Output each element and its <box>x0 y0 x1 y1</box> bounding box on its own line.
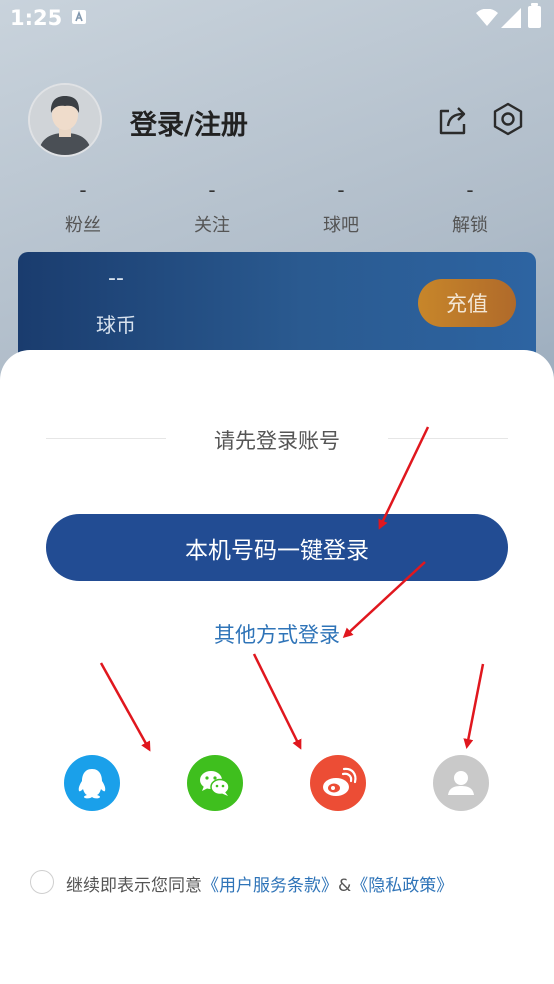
wechat-login-button[interactable] <box>187 755 243 811</box>
agreement-text: 继续即表示您同意《用户服务条款》&《隐私政策》 <box>66 871 453 896</box>
stats-row: - 粉丝 - 关注 - 球吧 - 解锁 <box>0 175 554 245</box>
notification-a-icon <box>72 10 86 24</box>
privacy-policy-link[interactable]: 《隐私政策》 <box>351 876 453 896</box>
terms-of-service-link[interactable]: 《用户服务条款》 <box>202 876 338 896</box>
other-login-methods-link[interactable]: 其他方式登录 <box>0 619 554 649</box>
stat-value: - <box>337 178 345 202</box>
avatar-person-icon <box>30 85 100 155</box>
stat-label: 关注 <box>194 215 230 236</box>
login-prompt: 请先登录账号 <box>214 429 340 453</box>
weibo-icon <box>323 767 357 796</box>
qq-icon <box>78 769 106 799</box>
stat-label: 解锁 <box>452 215 488 236</box>
wechat-icon <box>200 771 230 796</box>
agreement-prefix: 继续即表示您同意 <box>66 876 202 896</box>
stat-value: - <box>466 178 474 202</box>
agreement-checkbox[interactable] <box>30 870 54 894</box>
stat-following[interactable]: - 关注 <box>162 175 262 237</box>
stat-value: - <box>208 178 216 202</box>
stat-forums[interactable]: - 球吧 <box>291 175 391 237</box>
other-login-methods-label[interactable]: 其他方式登录 <box>214 623 340 647</box>
stat-label: 粉丝 <box>65 215 101 236</box>
one-click-login-button[interactable]: 本机号码一键登录 <box>46 514 508 581</box>
agreement-separator: & <box>338 876 352 896</box>
status-time: 1:25 <box>10 6 63 30</box>
weibo-login-button[interactable] <box>310 755 366 811</box>
battery-icon <box>528 3 541 28</box>
signal-icon <box>501 8 521 28</box>
guest-user-icon <box>448 771 474 795</box>
share-icon[interactable] <box>436 103 470 137</box>
guest-login-button[interactable] <box>433 755 489 811</box>
settings-gear-icon[interactable] <box>490 101 526 137</box>
coin-balance-value: -- <box>108 266 124 291</box>
stat-fans[interactable]: - 粉丝 <box>33 175 133 237</box>
wifi-icon <box>476 9 498 26</box>
qq-login-button[interactable] <box>64 755 120 811</box>
stat-value: - <box>79 178 87 202</box>
status-bar: 1:25 <box>0 0 554 38</box>
stat-unlock[interactable]: - 解锁 <box>420 175 520 237</box>
coin-balance-label: 球币 <box>96 313 136 337</box>
login-register-title[interactable]: 登录/注册 <box>130 103 248 142</box>
avatar[interactable] <box>28 83 102 157</box>
recharge-button[interactable]: 充值 <box>418 279 516 327</box>
stat-label: 球吧 <box>323 215 359 236</box>
